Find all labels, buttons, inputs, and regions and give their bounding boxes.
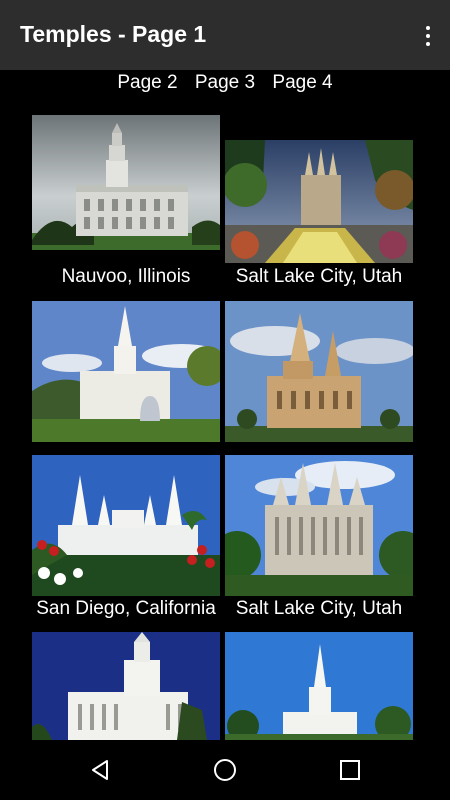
home-circle-icon[interactable] xyxy=(205,754,245,786)
temple-tile[interactable] xyxy=(32,115,220,250)
temple-photo xyxy=(32,115,220,250)
recents-square-icon[interactable] xyxy=(330,754,370,786)
temple-caption: Salt Lake City, Utah xyxy=(235,598,403,619)
temple-tile[interactable] xyxy=(225,301,413,442)
temple-grid: Nauvoo, Illinois Salt Lake City, Utah Sa… xyxy=(0,0,450,740)
temple-photo xyxy=(32,632,220,740)
temple-photo xyxy=(32,455,220,596)
temple-photo xyxy=(225,301,413,442)
temple-photo xyxy=(225,140,413,263)
temple-photo xyxy=(225,455,413,596)
temple-tile[interactable] xyxy=(32,632,220,740)
temple-photo xyxy=(32,301,220,442)
temple-caption: Nauvoo, Illinois xyxy=(61,266,191,287)
temple-tile[interactable] xyxy=(32,455,220,596)
system-nav-bar xyxy=(0,740,450,800)
temple-tile[interactable] xyxy=(225,632,413,740)
temple-caption: Salt Lake City, Utah xyxy=(235,266,403,287)
temple-tile[interactable] xyxy=(225,455,413,596)
temple-caption: San Diego, California xyxy=(36,598,216,619)
temple-photo xyxy=(225,632,413,740)
temple-tile[interactable] xyxy=(225,140,413,263)
back-triangle-icon[interactable] xyxy=(80,754,120,786)
temple-tile[interactable] xyxy=(32,301,220,442)
